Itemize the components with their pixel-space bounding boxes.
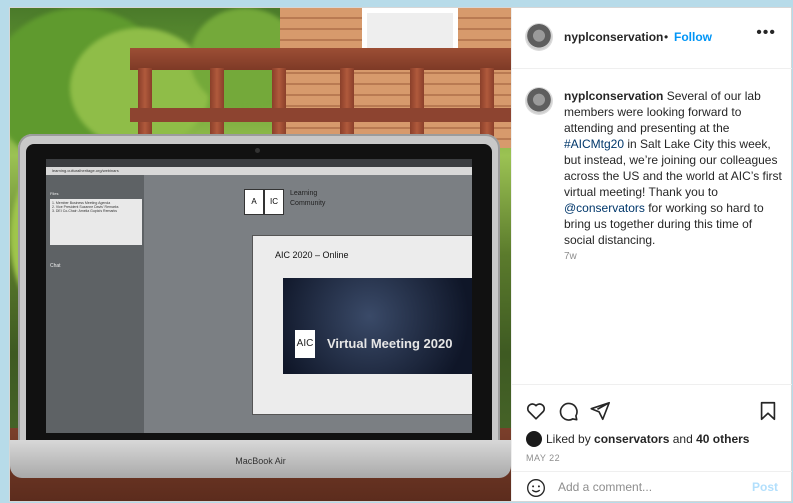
likes-summary: Liked by conservators and 40 others [526,431,749,447]
mention-link[interactable]: @conservators [564,201,645,215]
post-date[interactable]: MAY 22 [526,453,560,463]
post-actions: Liked by conservators and 40 others MAY … [512,384,792,500]
liked-by-text: Liked by [546,432,595,446]
post-caption: nyplconservation Several of our lab memb… [564,88,784,248]
others-likes-link[interactable]: 40 others [696,432,749,446]
screen-sidebar: Files 1. Member Business Meeting Agenda … [46,175,145,433]
avatar[interactable] [526,88,552,114]
liker-username-link[interactable]: conservators [594,432,669,446]
laptop-bezel: learning.culturalheritage.org/webinars F… [26,144,492,446]
screen-titlebar [46,159,472,167]
comment-icon[interactable] [556,399,580,423]
screen-url: learning.culturalheritage.org/webinars [46,167,472,175]
slide-title: AIC 2020 – Online [275,250,349,260]
slide-banner: Virtual Meeting 2020 [327,336,453,351]
separator-dot: • [664,30,669,44]
slide-image: AIC Virtual Meeting 2020 [283,278,472,374]
slide-logo: AIC [295,330,315,358]
aic-logo: A [244,189,264,215]
screen-files-title: Files [50,191,59,196]
deck-rail-bottom [130,108,511,122]
post-side-panel: nyplconservation • Follow ••• nyplconser… [511,8,792,501]
post-modal: learning.culturalheritage.org/webinars F… [10,8,792,501]
post-comment-button[interactable]: Post [752,480,778,494]
screen-files-list: 1. Member Business Meeting Agenda 2. Vic… [50,199,142,245]
aic-logo: IC [264,189,284,215]
more-options-icon[interactable]: ••• [756,24,776,42]
screen-file-item: 3. DEI Co-Chair: Amelia Gupta's Remarks [52,209,118,213]
camera-icon [255,148,260,153]
liker-avatar[interactable] [526,431,542,447]
caption-timestamp[interactable]: 7w [564,251,577,262]
laptop-brand: MacBook Air [235,456,286,466]
caption-username-link[interactable]: nyplconservation [564,89,663,103]
deck-railing [130,48,511,70]
post-photo[interactable]: learning.culturalheritage.org/webinars F… [10,8,511,501]
heart-icon[interactable] [524,399,548,423]
share-icon[interactable] [588,399,612,423]
follow-button[interactable]: Follow [674,30,712,44]
username-link[interactable]: nyplconservation [564,30,663,44]
avatar[interactable] [526,24,552,50]
hashtag-link[interactable]: #AICMtg20 [564,137,624,151]
post-header: nyplconservation • Follow ••• [512,8,792,69]
screen-main: A IC Learning Community AIC 2020 – Onlin… [144,175,472,433]
emoji-icon[interactable] [526,478,546,498]
laptop: learning.culturalheritage.org/webinars F… [18,134,500,454]
screen-chat-label: Chat [50,263,61,269]
comment-bar: Post [512,471,792,501]
learning-community-label: Learning Community [290,190,326,207]
liked-by-and: and [669,432,697,446]
comment-input[interactable] [558,478,748,496]
laptop-screen: learning.culturalheritage.org/webinars F… [46,159,472,433]
screen-slide: AIC 2020 – Online AIC Virtual Meeting 20… [252,235,472,415]
bookmark-icon[interactable] [756,399,780,423]
